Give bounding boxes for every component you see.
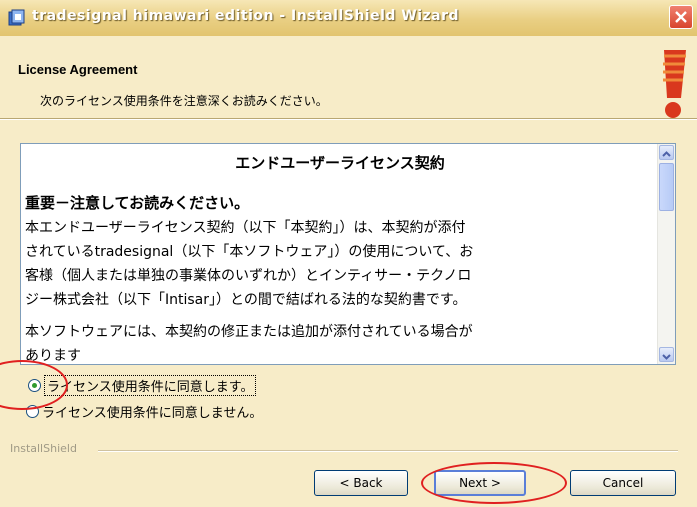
- license-text-box[interactable]: エンドユーザーライセンス契約 重要－注意してお読みください。 本エンドユーザーラ…: [20, 143, 676, 365]
- decline-option[interactable]: ライセンス使用条件に同意しません。: [26, 401, 262, 421]
- installer-window: tradesignal himawari edition - InstallSh…: [0, 0, 697, 507]
- license-line: されているtradesignal（以下「本ソフトウェア」）の使用について、お: [25, 244, 474, 260]
- license-paragraph-1: 本エンドユーザーライセンス契約（以下「本契約」）は、本契約が添付 されているtr…: [25, 216, 657, 312]
- back-button[interactable]: < Back: [314, 470, 408, 496]
- chevron-up-icon: [662, 151, 671, 157]
- chevron-down-icon: [662, 354, 671, 360]
- window-title: tradesignal himawari edition - InstallSh…: [32, 8, 460, 24]
- installer-icon: [8, 9, 25, 26]
- accept-label: ライセンス使用条件に同意します。: [44, 374, 257, 396]
- page-title: License Agreement: [18, 62, 138, 77]
- license-line: 本エンドユーザーライセンス契約（以下「本契約」）は、本契約が添付: [25, 220, 466, 236]
- accept-option[interactable]: ライセンス使用条件に同意します。: [28, 374, 257, 396]
- close-button[interactable]: [669, 5, 693, 29]
- divider: [98, 450, 678, 452]
- license-line: 客様（個人または単独の事業体のいずれか）とインティサー・テクノロ: [25, 268, 472, 284]
- exclamation-icon: [663, 50, 686, 118]
- cancel-button[interactable]: Cancel: [570, 470, 676, 496]
- scroll-thumb[interactable]: [659, 163, 674, 211]
- decline-label: ライセンス使用条件に同意しません。: [42, 405, 263, 421]
- page-subtitle: 次のライセンス使用条件を注意深くお読みください。: [40, 94, 328, 108]
- license-title: エンドユーザーライセンス契約: [235, 154, 445, 172]
- license-scrollbar[interactable]: [657, 144, 675, 364]
- license-line: 本ソフトウェアには、本契約の修正または追加が添付されている場合が: [25, 324, 473, 340]
- close-icon: [675, 11, 687, 23]
- license-line: あります: [25, 348, 81, 364]
- license-heading: 重要－注意してお読みください。: [25, 194, 250, 212]
- installshield-label: InstallShield: [10, 442, 77, 455]
- license-paragraph-2: 本ソフトウェアには、本契約の修正または追加が添付されている場合が あります: [25, 320, 657, 364]
- decline-radio[interactable]: [26, 404, 39, 418]
- scroll-down-button[interactable]: [659, 347, 674, 362]
- license-text: エンドユーザーライセンス契約 重要－注意してお読みください。 本エンドユーザーラ…: [21, 144, 659, 364]
- title-bar[interactable]: tradesignal himawari edition - InstallSh…: [0, 0, 697, 36]
- scroll-up-button[interactable]: [659, 145, 674, 160]
- accept-radio[interactable]: [28, 378, 41, 392]
- next-button[interactable]: Next >: [434, 470, 526, 496]
- license-line: ジー株式会社（以下「Intisar」）との間で結ばれる法的な契約書です。: [25, 292, 467, 308]
